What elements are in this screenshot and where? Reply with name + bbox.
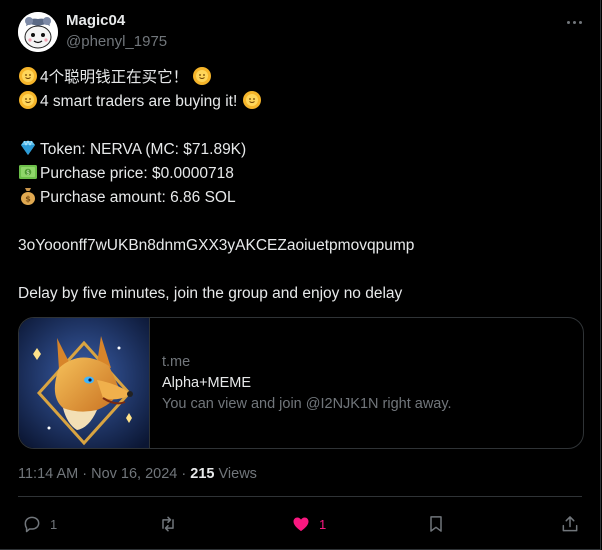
reply-count: 1: [50, 516, 58, 532]
reply-icon: [24, 516, 40, 533]
more-dot-icon: [572, 20, 576, 24]
card-text: t.me Alpha+MEME You can view and join @I…: [162, 352, 452, 415]
more-dot-icon: [566, 20, 570, 24]
tweet-line: 4 smart traders are buying it!: [18, 90, 588, 114]
svg-text:$: $: [25, 195, 31, 204]
link-card[interactable]: t.me Alpha+MEME You can view and join @I…: [18, 317, 584, 449]
reply-button[interactable]: 1: [22, 512, 57, 536]
bookmark-icon: [430, 516, 442, 532]
tweet-line: 4个聪明钱正在买它！: [18, 66, 588, 90]
author-handle[interactable]: @phenyl_1975: [66, 33, 167, 50]
tweet-time[interactable]: 11:14 AM: [18, 466, 78, 482]
more-options-button[interactable]: [560, 12, 588, 32]
bookmark-button[interactable]: [426, 512, 446, 536]
sun-emoji-icon: [19, 67, 37, 85]
tweet-line-text: Purchase price: $0.0000718: [40, 165, 234, 182]
meta-separator: ·: [181, 466, 187, 482]
tweet-line: $ Purchase amount: 6.86 SOL: [18, 186, 588, 210]
card-title: Alpha+MEME: [162, 375, 252, 391]
tweet-line-text: 4 smart traders are buying it!: [40, 93, 242, 110]
sun-emoji-icon: [242, 91, 261, 109]
meta-separator: ·: [82, 466, 88, 482]
tweet-text: 4个聪明钱正在买它！ 4 smart traders are buying it…: [18, 66, 588, 306]
like-button[interactable]: 1: [291, 512, 326, 536]
card-domain: t.me: [162, 354, 191, 370]
cartoon-avatar-icon: [18, 12, 58, 52]
tweet-date[interactable]: Nov 16, 2024: [91, 466, 177, 482]
author-display-name[interactable]: Magic04: [66, 12, 125, 29]
share-button[interactable]: [560, 512, 580, 536]
svg-text:$: $: [26, 169, 30, 176]
heart-icon: [293, 517, 309, 532]
more-dot-icon: [578, 20, 582, 24]
tweet-line-text: Delay by five minutes, join the group an…: [18, 285, 403, 302]
diamond-emoji-icon: [21, 140, 35, 155]
share-icon: [562, 516, 578, 532]
card-description: You can view and join @I2NJK1N right awa…: [162, 396, 452, 412]
dollar-banknote-emoji-icon: $: [19, 165, 37, 179]
tweet-line-text: Token: NERVA (MC: $71.89K): [40, 141, 247, 158]
author-avatar[interactable]: [18, 12, 58, 52]
sun-emoji-icon: [193, 67, 212, 85]
retweet-button[interactable]: [158, 512, 186, 536]
tweet-line: $ Purchase price: $0.0000718: [18, 162, 588, 186]
retweet-icon: [162, 516, 174, 532]
tweet-meta: 11:14 AM · Nov 16, 2024 · 215 Views: [18, 466, 257, 482]
tweet-line-text: 4个聪明钱正在买它！: [40, 69, 189, 86]
views-label: Views: [218, 466, 257, 482]
tweet-line-text: Purchase amount: 6.86 SOL: [40, 189, 236, 206]
money-bag-emoji-icon: $: [21, 188, 35, 205]
tweet-line: Token: NERVA (MC: $71.89K): [18, 138, 588, 162]
like-count: 1: [319, 516, 327, 532]
views-count: 215: [190, 466, 215, 482]
sun-emoji-icon: [19, 91, 37, 109]
contract-address[interactable]: 3oYooonff7wUKBn8dnmGXX3yAKCEZaoiuetpmovq…: [18, 234, 588, 258]
wolf-artwork-icon: [19, 318, 150, 448]
divider: [18, 496, 582, 497]
